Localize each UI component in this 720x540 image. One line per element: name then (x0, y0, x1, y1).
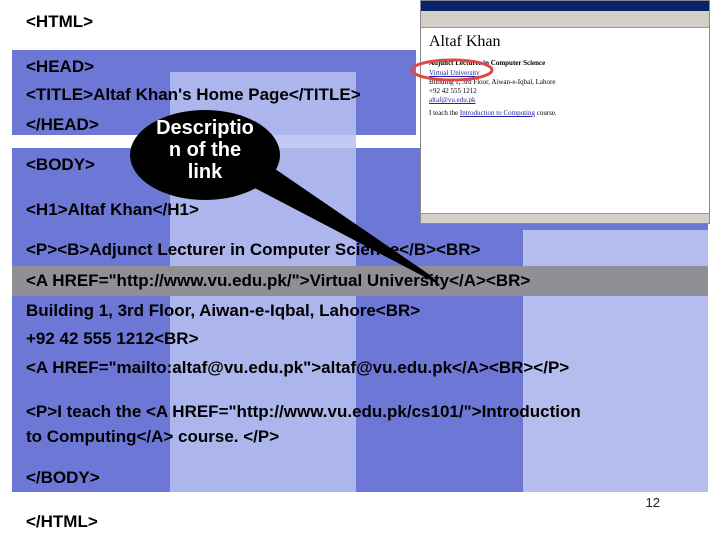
callout-label: Descriptio n of the link (140, 117, 270, 183)
callout-overlay (130, 58, 494, 285)
callout-line-3: link (187, 161, 223, 183)
page-number: 12 (645, 495, 660, 510)
link-highlight-circle (410, 58, 494, 82)
callout-line-1: Descriptio (156, 117, 254, 139)
callout-line-2: n of the (168, 139, 242, 161)
